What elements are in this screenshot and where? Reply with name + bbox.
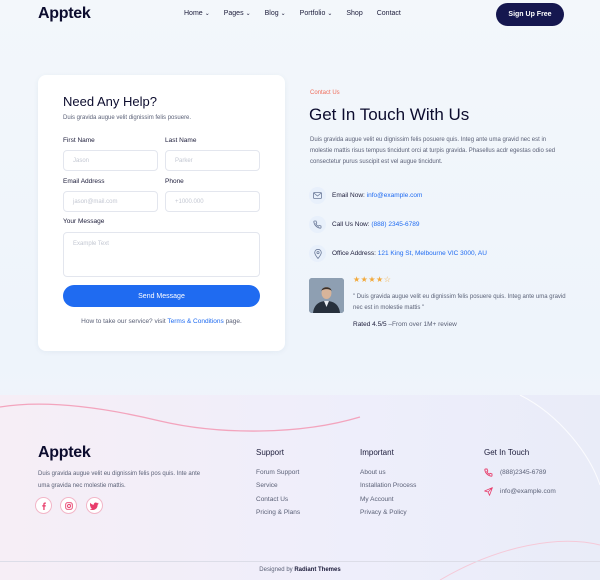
section-description: Duis gravida augue velit eu dignissim fe… (310, 137, 556, 165)
send-message-button[interactable]: Send Message (63, 285, 260, 307)
nav-item-portfolio[interactable]: Portfolio ⌄ (300, 10, 333, 17)
site-header: Apptek Home ⌄ Pages ⌄ Blog ⌄ Portfolio ⌄ Sho… (0, 0, 600, 30)
footer-description: Duis gravida augue velit eu dignissim fe… (38, 471, 201, 489)
help-form-card: Need Any Help? Duis gravida augue velit … (38, 75, 285, 351)
address-link[interactable]: 121 King St, Melbourne VIC 3000, AU (378, 250, 487, 257)
terms-link[interactable]: Terms & Conditions (167, 318, 223, 325)
phone-field[interactable]: +1000.000 (165, 191, 260, 212)
phone-text: Call Us Now: (888) 2345-6789 (332, 221, 419, 228)
first-name-label: First Name (63, 137, 95, 144)
message-textarea[interactable]: Example Text (63, 232, 260, 277)
instagram-icon[interactable] (60, 497, 77, 514)
nav-label: Home (184, 10, 203, 17)
address-text: Office Address: 121 King St, Melbourne V… (332, 250, 487, 257)
credit-prefix: Designed by (259, 567, 293, 573)
email-field[interactable]: jason@mail.com (63, 191, 158, 212)
nav-item-shop[interactable]: Shop (346, 10, 362, 17)
nav-label: Pages (223, 10, 244, 17)
phone-label: Phone (165, 178, 184, 185)
form-title: Need Any Help? (63, 94, 157, 109)
credit-link[interactable]: Radiant Themes (294, 567, 340, 573)
address-label: Office Address: (332, 250, 376, 257)
footer-phone[interactable]: (888)2345-6789 (500, 469, 546, 476)
footer-email-row: info@example.com (484, 487, 556, 496)
mail-icon (309, 187, 326, 204)
footer-link-pricing[interactable]: Pricing & Plans (256, 509, 300, 516)
twitter-icon[interactable] (86, 497, 103, 514)
nav-label: Contact (376, 10, 401, 17)
rating-summary: Rated 4.5/5 –From over 1M+ review (353, 321, 457, 328)
email-text: Email Now: info@example.com (332, 192, 422, 199)
last-name-label: Last Name (165, 137, 197, 144)
nav-label: Portfolio (299, 10, 326, 17)
terms-prefix: How to take our service? visit (81, 318, 166, 325)
nav-item-blog[interactable]: Blog ⌄ (265, 10, 286, 17)
form-subtitle: Duis gravida augue velit dignissim felis… (63, 115, 192, 121)
message-label: Your Message (63, 218, 105, 225)
chevron-down-icon: ⌄ (327, 11, 333, 17)
send-icon (484, 487, 493, 496)
phone-icon (309, 216, 326, 233)
footer-credit: Designed by Radiant Themes (0, 567, 600, 573)
important-heading: Important (360, 448, 394, 457)
email-link[interactable]: info@example.com (367, 192, 423, 199)
footer-divider (0, 561, 600, 562)
nav-label: Shop (346, 10, 363, 17)
phone-icon (484, 468, 493, 477)
email-label: Email Address (63, 178, 105, 185)
facebook-icon[interactable] (35, 497, 52, 514)
footer-link-service[interactable]: Service (256, 482, 278, 489)
phone-label: Call Us Now: (332, 221, 370, 228)
terms-note: How to take our service? visit Terms & C… (38, 318, 285, 325)
contact-address-row: Office Address: 121 King St, Melbourne V… (309, 245, 487, 262)
main-nav: Home ⌄ Pages ⌄ Blog ⌄ Portfolio ⌄ Shop Conta… (184, 10, 415, 17)
nav-item-home[interactable]: Home ⌄ (184, 10, 210, 17)
rating-count: –From over 1M+ review (388, 321, 457, 328)
last-name-field[interactable]: Parker (165, 150, 260, 171)
footer-link-privacy[interactable]: Privacy & Policy (360, 509, 407, 516)
footer-phone-row: (888)2345-6789 (484, 468, 546, 477)
chevron-down-icon: ⌄ (204, 11, 210, 17)
logo[interactable]: Apptek (38, 5, 91, 23)
contact-email-row: Email Now: info@example.com (309, 187, 422, 204)
contact-phone-row: Call Us Now: (888) 2345-6789 (309, 216, 419, 233)
section-title: Get In Touch With Us (309, 105, 470, 124)
support-heading: Support (256, 448, 285, 457)
nav-item-pages[interactable]: Pages ⌄ (224, 10, 251, 17)
phone-link[interactable]: (888) 2345-6789 (371, 221, 419, 228)
get-in-touch-heading: Get In Touch (484, 448, 530, 457)
terms-suffix: page. (225, 318, 242, 325)
footer-link-about[interactable]: About us (360, 469, 386, 476)
footer-link-installation[interactable]: Installation Process (360, 482, 416, 489)
email-label: Email Now: (332, 192, 365, 199)
footer-link-contact-us[interactable]: Contact Us (256, 496, 288, 503)
rating-stars: ★★★★☆ (353, 275, 392, 284)
rating-score: Rated 4.5/5 (353, 321, 387, 328)
testimonial-quote: " Duis gravida augue velit eu dignissim … (353, 294, 566, 311)
footer-link-forum-support[interactable]: Forum Support (256, 469, 299, 476)
section-eyebrow: Contact Us (310, 90, 340, 96)
nav-item-contact[interactable]: Contact (377, 10, 401, 17)
location-pin-icon (309, 245, 326, 262)
chevron-down-icon: ⌄ (245, 11, 251, 17)
reviewer-avatar (309, 278, 344, 313)
footer-email[interactable]: info@example.com (500, 488, 556, 495)
sign-up-button[interactable]: Sign Up Free (496, 3, 564, 26)
first-name-field[interactable]: Jason (63, 150, 158, 171)
footer-link-account[interactable]: My Account (360, 496, 394, 503)
nav-label: Blog (264, 10, 279, 17)
chevron-down-icon: ⌄ (280, 11, 286, 17)
footer-logo[interactable]: Apptek (38, 444, 91, 462)
